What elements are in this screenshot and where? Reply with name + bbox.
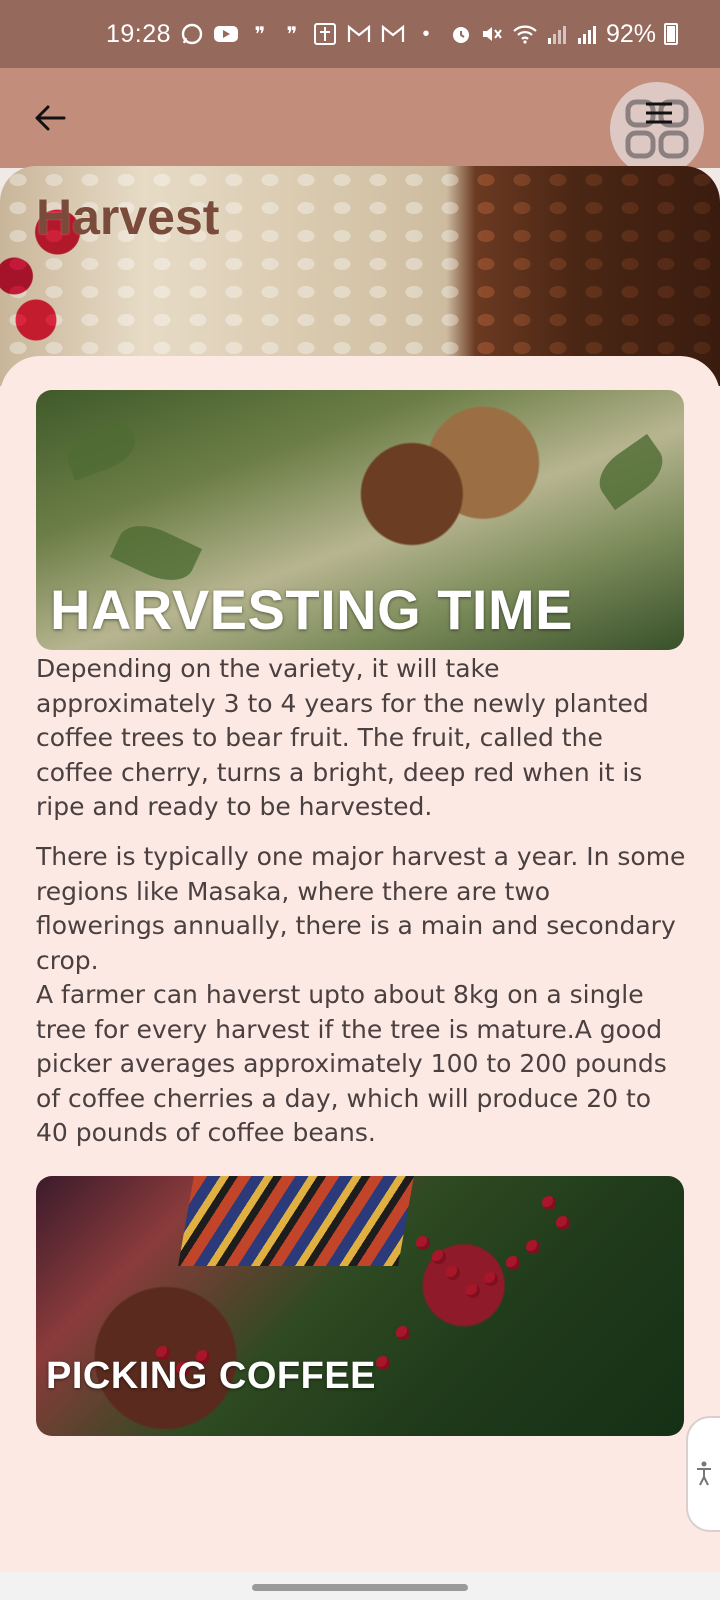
hero-banner: Harvest [0, 166, 720, 386]
harvesting-time-card[interactable]: HARVESTING TIME [36, 390, 684, 650]
paragraph: Depending on the variety, it will take a… [36, 654, 649, 821]
youtube-icon [213, 22, 239, 46]
quote-icon: ❞ [254, 23, 266, 46]
battery-icon [664, 23, 678, 45]
accessibility-button[interactable] [686, 1416, 720, 1532]
news-icon [313, 22, 337, 46]
signal-icon [546, 22, 568, 46]
battery-percent: 92% [605, 19, 656, 48]
app-bar [0, 68, 720, 176]
whatsapp-icon [181, 22, 203, 46]
mute-icon [480, 22, 504, 46]
card-title: HARVESTING TIME [50, 578, 573, 641]
dot-icon: • [422, 22, 430, 45]
alarm-icon [450, 22, 472, 46]
gmail-icon [381, 22, 405, 46]
content-sheet: HARVESTING TIME Depending on the variety… [0, 356, 720, 1574]
card-title: PICKING COFFEE [46, 1355, 377, 1397]
accessibility-icon [697, 1461, 711, 1486]
gmail-icon [347, 22, 371, 46]
leaf-decoration [61, 419, 141, 481]
menu-button[interactable] [610, 82, 704, 176]
status-bar: 19:28 ❞ ❞ • 92% [0, 0, 720, 68]
quote-icon: ❞ [286, 23, 298, 46]
system-nav-bar [0, 1572, 720, 1600]
signal-icon [576, 22, 598, 46]
back-button[interactable] [28, 96, 72, 140]
page-title: Harvest [36, 189, 220, 245]
home-gesture-handle[interactable] [252, 1584, 468, 1591]
paragraph: There is typically one major harvest a y… [36, 842, 686, 1147]
arrow-left-icon [35, 105, 66, 131]
leaf-decoration [589, 433, 673, 511]
wifi-icon [512, 22, 538, 46]
status-time: 19:28 [106, 19, 172, 48]
menu-icon [625, 99, 689, 159]
picking-coffee-card[interactable]: PICKING COFFEE [36, 1176, 684, 1436]
fabric-decoration [178, 1176, 414, 1266]
